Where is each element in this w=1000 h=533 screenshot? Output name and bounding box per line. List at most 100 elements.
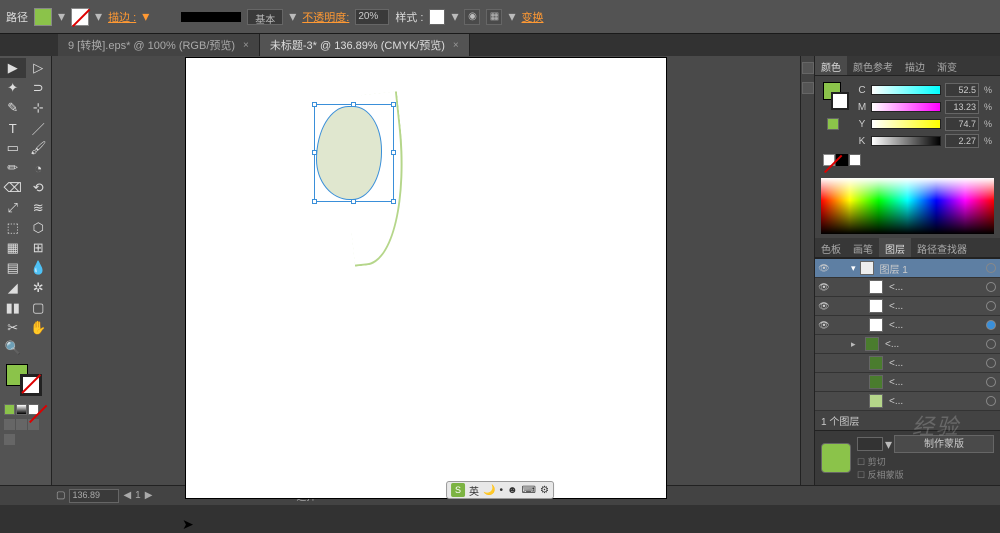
tab-color[interactable]: 颜色 (815, 56, 847, 75)
draw-behind-icon[interactable] (16, 419, 27, 430)
cyan-slider[interactable] (871, 85, 941, 95)
selection-tool[interactable]: ▶ (0, 58, 26, 78)
sublayer-name[interactable]: <... (883, 339, 982, 350)
document-tab-2[interactable]: 未标题-3* @ 136.89% (CMYK/预览) × (260, 34, 470, 56)
out-of-gamut-icon[interactable] (827, 118, 839, 130)
document-tab-1[interactable]: 9 [转换].eps* @ 100% (RGB/预览) × (58, 34, 260, 56)
brush-preview[interactable] (181, 12, 241, 22)
sublayer-row[interactable]: 👁<... (815, 316, 1000, 335)
fill-stroke-control[interactable] (6, 364, 45, 400)
none-swatch[interactable] (823, 154, 835, 166)
zoom-input[interactable]: 136.89 (69, 489, 119, 503)
ime-settings-icon[interactable]: ⚙ (540, 485, 549, 496)
align-dropdown-icon[interactable]: ▾ (508, 8, 515, 25)
yellow-value[interactable]: 74.7 (945, 117, 979, 131)
opacity-link[interactable]: 不透明度: (302, 9, 349, 25)
ime-punct-icon[interactable]: • (500, 485, 504, 496)
target-icon[interactable] (986, 320, 996, 330)
tab-swatches[interactable]: 色板 (815, 238, 847, 257)
normal-draw-icon[interactable] (4, 419, 15, 430)
hand-tool[interactable]: ✋ (26, 318, 52, 338)
rotate-tool[interactable]: ⟲ (26, 178, 52, 198)
pencil-tool[interactable]: ✏ (0, 158, 26, 178)
zoom-tool[interactable]: 🔍 (0, 338, 26, 358)
stroke-dropdown-icon[interactable]: ▾ (95, 8, 102, 25)
brush-dropdown-icon[interactable]: ▾ (289, 8, 296, 25)
yellow-slider[interactable] (871, 119, 941, 129)
sublayer-row[interactable]: 👁<... (815, 297, 1000, 316)
style-swatch[interactable] (429, 9, 445, 25)
selection-bounding-box[interactable] (314, 104, 394, 202)
tab-stroke[interactable]: 描边 (899, 56, 931, 75)
stroke-preview[interactable] (831, 92, 849, 110)
perspective-tool[interactable]: ▦ (0, 238, 26, 258)
close-icon[interactable]: × (453, 40, 459, 51)
blob-brush-tool[interactable]: ◔ (26, 158, 52, 178)
resize-handle[interactable] (351, 199, 356, 204)
sublayer-thumbnail[interactable] (869, 318, 883, 332)
nav-icon[interactable]: ▢ (56, 490, 65, 501)
align-icon[interactable]: ▦ (486, 9, 502, 25)
line-tool[interactable]: ／ (26, 118, 52, 138)
target-icon[interactable] (986, 377, 996, 387)
resize-handle[interactable] (391, 199, 396, 204)
stroke-weight-dropdown[interactable]: ▾ (142, 8, 149, 25)
canvas-area[interactable]: ➤ (52, 56, 800, 485)
brush-basic-label[interactable]: 基本 (247, 9, 283, 25)
panel-icon[interactable] (802, 82, 814, 94)
mesh-tool[interactable]: ⊞ (26, 238, 52, 258)
column-graph-tool[interactable]: ▮▮ (0, 298, 26, 318)
resize-handle[interactable] (312, 199, 317, 204)
eraser-tool[interactable]: ⌫ (0, 178, 26, 198)
prev-artboard-icon[interactable]: ◀ (123, 490, 131, 501)
target-icon[interactable] (986, 301, 996, 311)
sublayer-thumbnail[interactable] (869, 356, 883, 370)
style-dropdown-icon[interactable]: ▾ (451, 8, 458, 25)
layer-thumbnail[interactable] (860, 261, 874, 275)
ime-keyboard-icon[interactable]: ⌨ (522, 485, 536, 496)
anchor-point-tool[interactable]: ⊹ (26, 98, 52, 118)
ime-emoji-icon[interactable]: ☻ (507, 485, 518, 496)
target-icon[interactable] (986, 282, 996, 292)
transform-link[interactable]: 变换 (522, 9, 544, 25)
target-icon[interactable] (986, 339, 996, 349)
recolor-icon[interactable]: ◉ (464, 9, 480, 25)
sublayer-thumbnail[interactable] (865, 337, 879, 351)
resize-handle[interactable] (312, 102, 317, 107)
free-transform-tool[interactable]: ⬚ (0, 218, 26, 238)
ime-lang-label[interactable]: 英 (469, 483, 479, 498)
eyedropper-tool[interactable]: 💧 (26, 258, 52, 278)
opacity-preview[interactable] (821, 443, 851, 473)
target-icon[interactable] (986, 358, 996, 368)
screen-mode-icon[interactable] (4, 434, 15, 445)
layer-name[interactable]: 图层 1 (878, 261, 982, 276)
resize-handle[interactable] (351, 102, 356, 107)
clip-checkbox-label[interactable]: ☐ 剪切 (857, 455, 994, 468)
visibility-icon[interactable]: 👁 (817, 301, 831, 312)
black-value[interactable]: 2.27 (945, 134, 979, 148)
paintbrush-tool[interactable]: 🖌 (26, 138, 52, 158)
sublayer-row[interactable]: <... (815, 354, 1000, 373)
magenta-slider[interactable] (871, 102, 941, 112)
white-swatch[interactable] (849, 154, 861, 166)
swatch-dropdown-icon[interactable]: ▾ (58, 8, 65, 25)
color-mode-icon[interactable] (4, 404, 15, 415)
visibility-icon[interactable]: 👁 (817, 282, 831, 293)
resize-handle[interactable] (391, 102, 396, 107)
disclosure-icon[interactable]: ▾ (851, 263, 856, 274)
tab-gradient[interactable]: 渐变 (931, 56, 963, 75)
black-slider[interactable] (871, 136, 941, 146)
tab-layers[interactable]: 图层 (879, 238, 911, 257)
lasso-tool[interactable]: ⊃ (26, 78, 52, 98)
sublayer-row[interactable]: 👁 <... (815, 278, 1000, 297)
scale-tool[interactable]: ⤢ (0, 198, 26, 218)
stroke-color-none[interactable] (20, 374, 42, 396)
panel-icon[interactable] (802, 62, 814, 74)
sublayer-name[interactable]: <... (887, 282, 982, 293)
fill-swatch[interactable] (34, 8, 52, 26)
sublayer-thumbnail[interactable] (869, 394, 883, 408)
dropdown-icon[interactable]: ▾ (885, 436, 892, 453)
opacity-input[interactable] (355, 9, 389, 25)
sublayer-thumbnail[interactable] (869, 280, 883, 294)
layer-header[interactable]: 👁 ▾ 图层 1 (815, 259, 1000, 278)
